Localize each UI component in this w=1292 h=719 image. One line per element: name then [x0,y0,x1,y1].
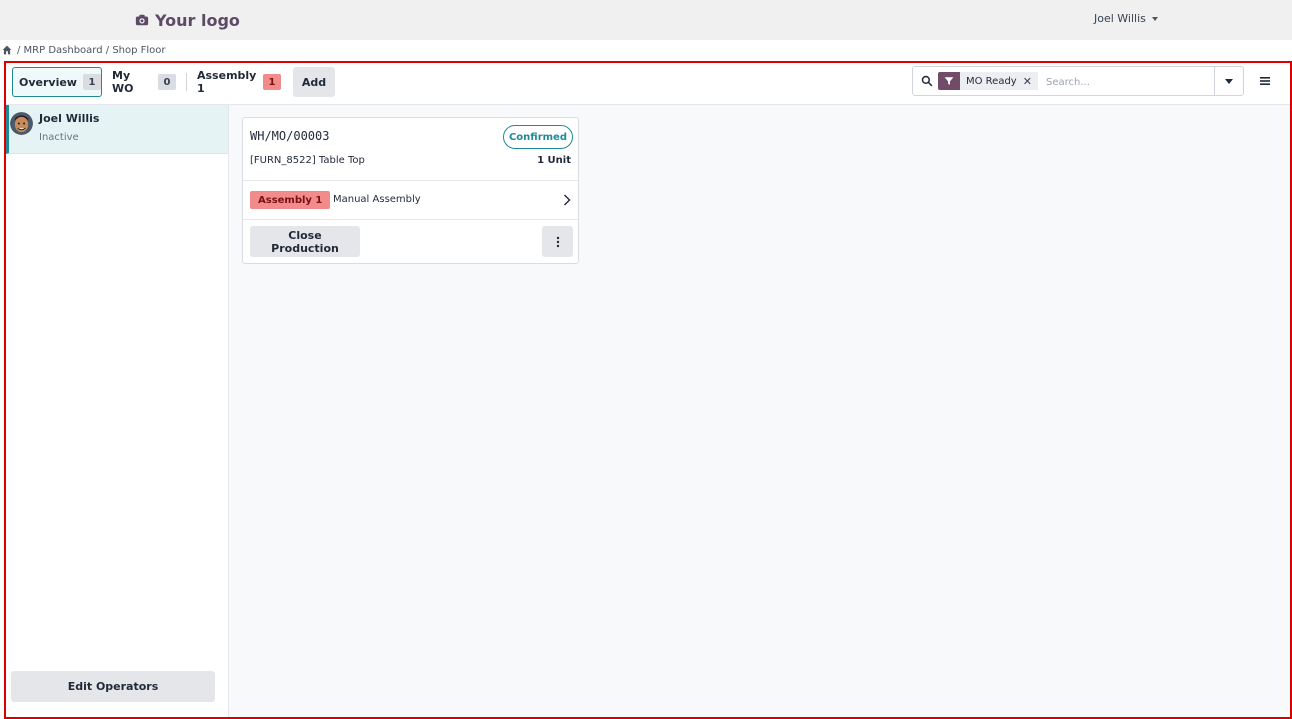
tab-overview[interactable]: Overview 1 [12,67,102,97]
avatar [10,112,33,135]
divider [243,219,578,220]
tab-count-badge: 1 [82,74,101,90]
search-options-toggle[interactable] [1214,67,1243,95]
mo-name[interactable]: WH/MO/00003 [250,129,329,143]
company-logo: Your logo [135,9,240,31]
tab-label: Assembly 1 [197,69,257,95]
home-icon[interactable] [2,45,12,55]
search-input[interactable] [1044,72,1218,92]
tab-count-badge: 1 [263,74,281,90]
product-name: [FURN_8522] Table Top [250,155,365,166]
search-panel: MO Ready ✕ [912,66,1244,96]
product-quantity: 1 Unit [537,155,571,166]
hamburger-menu-icon[interactable] [1258,75,1272,87]
operator-status: Inactive [39,132,79,143]
add-workcenter-button[interactable]: Add [293,67,335,97]
camera-icon [135,14,149,26]
tab-count-badge: 0 [158,74,176,90]
control-panel: Overview 1 My WO 0 Assembly 1 1 Add MO R… [6,63,1290,105]
tab-assembly-1[interactable]: Assembly 1 1 [191,67,287,97]
remove-facet-icon[interactable]: ✕ [1023,75,1032,88]
edit-operators-button[interactable]: Edit Operators [11,671,215,702]
vertical-ellipsis-icon [556,236,559,247]
user-name: Joel Willis [1094,12,1146,25]
workorder-row[interactable]: Assembly 1 Manual Assembly [243,181,578,219]
production-card: WH/MO/00003 Confirmed [FURN_8522] Table … [242,117,579,264]
divider [186,73,187,91]
search-facet: MO Ready ✕ [938,72,1038,90]
filter-icon [938,72,960,90]
operator-item[interactable]: Joel Willis Inactive [6,105,228,154]
user-menu[interactable]: Joel Willis [1094,12,1158,25]
breadcrumb: / MRP Dashboard / Shop Floor [2,42,166,58]
search-icon[interactable] [921,75,933,87]
facet-label: MO Ready ✕ [960,72,1038,90]
shop-floor-frame: Overview 1 My WO 0 Assembly 1 1 Add MO R… [4,61,1292,719]
more-options-button[interactable] [542,226,573,257]
caret-down-icon [1151,16,1158,21]
operators-sidebar: Joel Willis Inactive Edit Operators [6,105,229,717]
facet-text: MO Ready [966,75,1017,87]
tab-label: My WO [112,69,134,95]
operator-name: Joel Willis [39,112,100,125]
caret-down-icon [1225,78,1233,84]
workorder-name: Manual Assembly [333,194,421,205]
top-header: Your logo Joel Willis [0,0,1292,40]
tab-label: Overview [19,75,77,89]
close-production-button[interactable]: Close Production [250,226,360,257]
logo-text: Your logo [155,10,240,30]
workorders-content: WH/MO/00003 Confirmed [FURN_8522] Table … [229,105,1290,717]
chevron-right-icon [564,194,571,206]
workcenter-badge: Assembly 1 [250,191,331,209]
tab-my-wo[interactable]: My WO 0 [106,67,182,97]
breadcrumb-path[interactable]: / MRP Dashboard / Shop Floor [17,45,166,56]
status-badge: Confirmed [503,125,573,149]
